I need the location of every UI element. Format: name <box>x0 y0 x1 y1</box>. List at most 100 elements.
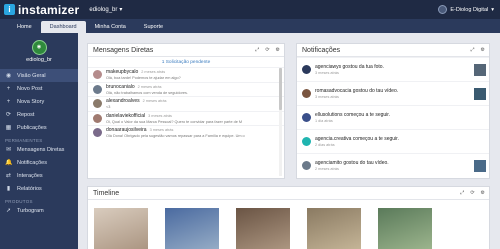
bell-icon: 🔔 <box>5 160 13 166</box>
plus-icon: + <box>6 85 11 92</box>
timeline-photo[interactable] <box>165 208 219 249</box>
brand-name[interactable]: instamizer <box>18 3 79 17</box>
notification-item[interactable]: agencia.creativa começou a te seguir. 2 d… <box>297 129 489 153</box>
interaction-icon: ⇄ <box>5 173 12 179</box>
sidebar-item-label: Publicações <box>17 124 47 131</box>
message-item[interactable]: brunocanialo 2 meses atrás Olá, não trabal… <box>88 81 284 97</box>
post-thumbnail[interactable] <box>474 63 486 76</box>
message-time: 2 meses atrás <box>137 84 162 89</box>
logo-icon[interactable]: i <box>4 4 15 15</box>
message-user: donaaraujosilveira <box>106 127 147 134</box>
chevron-down-icon: ▾ <box>491 6 494 13</box>
notifications-header: Notificações ⤢ ⚙ <box>297 44 489 57</box>
post-thumbnail[interactable] <box>474 87 486 100</box>
tab-minha-conta[interactable]: Minha Conta <box>86 21 135 33</box>
tab-dashboard[interactable]: Dashboard <box>40 21 86 33</box>
sidebar-item-visao-geral[interactable]: ◉ Visão Geral <box>0 69 78 82</box>
notification-time: 3 meses atrás <box>315 71 339 75</box>
message-user: alexandroalves <box>106 98 140 105</box>
profile-name: ediolog_br <box>26 56 52 63</box>
refresh-icon[interactable]: ⟳ <box>265 47 269 53</box>
refresh-icon[interactable]: ⟳ <box>470 190 474 196</box>
panel-title: Notificações <box>302 46 341 54</box>
sidebar-item-label: Interações <box>17 172 43 179</box>
notification-item[interactable]: agenciamito gostou do tau vídeo. 2 meses … <box>297 153 489 177</box>
section-permanentes: PERMANENTES <box>5 138 43 143</box>
messages-panel: Mensagens Diretas ⤢ ⟳ ⚙ 1 Solicitação pe… <box>87 43 285 179</box>
notification-item[interactable]: romasadvocacia gostou do tau vídeo. 3 mes… <box>297 81 489 105</box>
avatar <box>302 89 311 98</box>
sidebar-item-label: Mensagens Diretas <box>17 146 65 153</box>
tab-suporte[interactable]: Suporte <box>135 21 172 33</box>
notification-text: agencia.creativa começou a te seguir. <box>315 136 399 142</box>
profile-avatar[interactable]: ◉ <box>31 39 47 55</box>
settings-icon[interactable]: ⚙ <box>276 47 280 53</box>
sidebar-item-interacoes[interactable]: ⇄ Interações <box>0 169 78 182</box>
message-preview: Olá, não trabalhamos com venda de seguid… <box>106 90 188 95</box>
avatar <box>93 84 102 94</box>
sidebar-item-relatorios[interactable]: ▮ Relatórios <box>0 182 78 195</box>
settings-icon[interactable]: ⚙ <box>481 47 485 53</box>
sidebar-item-turbogram[interactable]: ➚ Turbogram <box>0 204 78 217</box>
avatar <box>93 113 102 123</box>
repost-icon: ⟳ <box>5 112 12 118</box>
panel-title: Mensagens Diretas <box>93 46 154 54</box>
sidebar-item-label: Novo Post <box>17 85 43 92</box>
sidebar-item-repost[interactable]: ⟳ Repost <box>0 108 78 121</box>
grid-icon: ▦ <box>5 125 12 131</box>
user-display-name: E-Diolog Digital <box>450 6 489 13</box>
account-switcher[interactable]: ediolog_br ▾ <box>89 6 122 14</box>
messages-scrollbar[interactable] <box>279 68 282 176</box>
rocket-icon: ➚ <box>5 208 12 214</box>
timeline-photo[interactable] <box>94 208 148 249</box>
message-item[interactable]: alexandroalves 2 meses atrás <3 <box>88 96 284 111</box>
sidebar-item-novo-post[interactable]: + Novo Post <box>0 82 78 95</box>
expand-icon[interactable]: ⤢ <box>255 47 259 53</box>
message-icon: ✉ <box>5 147 12 153</box>
user-menu[interactable]: E-Diolog Digital ▾ <box>438 5 494 14</box>
notification-text: ellusolutions começou a te seguir. <box>315 112 391 118</box>
timeline-photo[interactable] <box>307 208 361 249</box>
pending-requests-link[interactable]: 1 Solicitação pendente <box>92 58 280 66</box>
message-preview: Oi, Qual o Valor da sua Marca Pessoal? Q… <box>106 119 243 124</box>
timeline-photo[interactable] <box>378 208 432 249</box>
settings-icon[interactable]: ⚙ <box>481 190 485 196</box>
post-thumbnail[interactable] <box>474 159 486 172</box>
panel-tools: ⤢ ⟳ ⚙ <box>460 190 485 196</box>
avatar <box>93 99 102 109</box>
message-item[interactable]: donaaraujosilveira 3 meses atrás Olá Dona!… <box>88 125 284 140</box>
notification-text: agenciawys gostou da tua foto. <box>315 64 384 70</box>
message-item[interactable]: danielaviekofficial 3 meses atrás Oi, Qual… <box>88 110 284 126</box>
notification-text: agenciamito gostou do tau vídeo. <box>315 160 389 166</box>
timeline-photo[interactable] <box>236 208 290 249</box>
sidebar-item-nova-story[interactable]: + Nova Story <box>0 95 78 108</box>
notification-item[interactable]: agenciawys gostou da tua foto. 3 meses at… <box>297 57 489 81</box>
notification-time: 1 dia atrás <box>315 119 333 123</box>
tab-home[interactable]: Home <box>8 21 41 33</box>
eye-icon: ◉ <box>5 73 12 79</box>
message-user: makeupbycalo <box>106 69 139 76</box>
avatar <box>302 137 311 146</box>
user-avatar <box>438 5 448 14</box>
message-time: 3 meses atrás <box>148 113 172 118</box>
sidebar-item-label: Turbogram <box>17 207 44 214</box>
message-preview: Olá Dona! Obrigado pela sugestão vamos r… <box>106 134 245 139</box>
message-preview: Olá, boa tarde! Podemos te ajudar em alg… <box>106 76 181 81</box>
avatar <box>302 113 311 122</box>
expand-icon[interactable]: ⤢ <box>460 190 464 196</box>
message-item[interactable]: makeupbycalo 2 meses atrás Olá, boa tarde!… <box>88 67 284 82</box>
chart-icon: ▮ <box>6 186 11 192</box>
avatar <box>302 161 311 170</box>
panel-title: Timeline <box>93 189 120 197</box>
sidebar-item-mensagens-diretas[interactable]: ✉ Mensagens Diretas <box>0 143 78 156</box>
timeline-photos <box>88 200 489 249</box>
sidebar-item-publicacoes[interactable]: ▦ Publicações <box>0 121 78 134</box>
sidebar-item-notificacoes[interactable]: 🔔 Notificações <box>0 156 78 169</box>
expand-icon[interactable]: ⤢ <box>471 47 475 53</box>
sidebar-profile: ◉ ediolog_br <box>0 33 78 69</box>
message-time: 2 meses atrás <box>142 99 167 104</box>
avatar <box>93 70 102 80</box>
scrollbar-thumb[interactable] <box>279 68 282 110</box>
notification-text: romasadvocacia gostou do tau vídeo. <box>315 88 399 94</box>
notification-item[interactable]: ellusolutions começou a te seguir. 1 dia … <box>297 105 489 129</box>
